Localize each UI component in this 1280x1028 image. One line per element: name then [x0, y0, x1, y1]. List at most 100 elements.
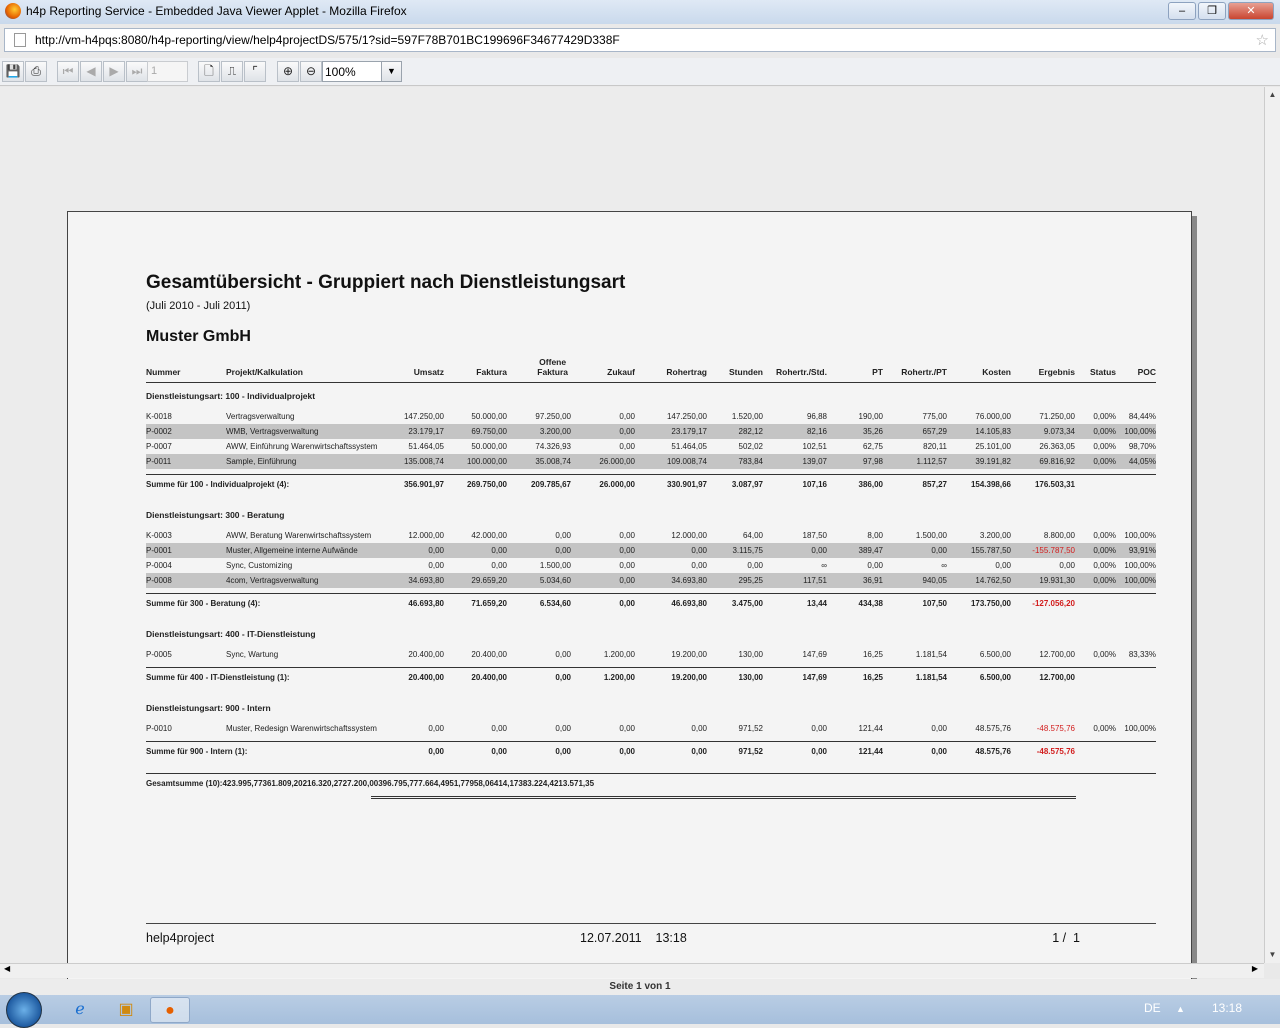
project-name: WMB, Vertragsverwaltung [226, 427, 319, 436]
sum-value: 154.398,66 [970, 480, 1011, 489]
project-name: AWW, Einführung Warenwirtschaftssystem [226, 442, 378, 451]
sum-value: 46.693,80 [408, 599, 444, 608]
start-button[interactable] [6, 992, 42, 1028]
actual-size-icon[interactable]: 🗋 [198, 61, 220, 82]
table-row: K-0018 Vertragsverwaltung 147.250,00 50.000… [146, 409, 1156, 424]
column-header: POC [1137, 367, 1156, 377]
table-row: P-0001 Muster, Allgemeine interne Aufwänd… [146, 543, 1156, 558]
cell-value: 96,88 [806, 412, 827, 421]
column-header: Rohertrag [666, 367, 707, 377]
cell-value: 0,00% [1093, 724, 1116, 733]
sum-label: Summe für 100 - Individualprojekt (4): [146, 480, 290, 489]
sum-value: 3.087,97 [731, 480, 763, 489]
cell-value: 100,00% [1124, 531, 1156, 540]
first-page-button[interactable]: ⏮ [57, 61, 79, 82]
sum-value: 0,00 [811, 747, 827, 756]
column-header: Kosten [982, 367, 1011, 377]
cell-value: 0,00 [619, 724, 635, 733]
next-page-button[interactable]: ▶ [103, 61, 125, 82]
total-value: 423.995,77 [222, 779, 263, 788]
sum-value: 356.901,97 [403, 480, 444, 489]
group-sum-row: Summe für 400 - IT-Dienstleistung (1): 20… [146, 667, 1156, 689]
sum-value: 20.400,00 [408, 673, 444, 682]
language-indicator[interactable]: DE [1144, 1001, 1161, 1015]
total-value: 396.795,77 [378, 779, 419, 788]
cell-value: 940,05 [922, 576, 947, 585]
cell-value: 76.000,00 [975, 412, 1011, 421]
cell-value: 109.008,74 [666, 457, 707, 466]
sum-value: 16,25 [862, 673, 883, 682]
fit-width-icon[interactable]: ⎍ [221, 61, 243, 82]
page-number-input[interactable]: 1 [147, 61, 188, 82]
firefox-taskbar-icon[interactable]: ● [150, 997, 190, 1023]
cell-value: 117,51 [803, 576, 827, 585]
cell-value: 139,07 [802, 457, 827, 466]
cell-value: 0,00 [811, 546, 827, 555]
bookmark-star-icon[interactable]: ☆ [1256, 31, 1269, 49]
sum-value: 0,00 [555, 673, 571, 682]
sum-value: 46.693,80 [671, 599, 707, 608]
cell-value: 23.179,17 [671, 427, 707, 436]
address-bar[interactable]: http://vm-h4pqs:8080/h4p-reporting/view/… [4, 28, 1276, 52]
footer-date: 12.07.2011 13:18 [580, 931, 687, 945]
clock[interactable]: 13:18 [1212, 1001, 1242, 1015]
cell-value: 8.800,00 [1043, 531, 1075, 540]
cell-value: 0,00 [491, 546, 507, 555]
cell-value: 147,69 [802, 650, 827, 659]
cell-value: 0,00% [1093, 576, 1116, 585]
cell-value: 1.112,57 [916, 457, 947, 466]
prev-page-button[interactable]: ◀ [80, 61, 102, 82]
sum-value: 176.503,31 [1034, 480, 1075, 489]
cell-value: 121,44 [858, 724, 883, 733]
viewer-toolbar: 💾 ⎙ ⏮ ◀ ▶ ⏭ 1 🗋 ⎍ ⌜ ⊕ ⊖ 100% ▼ [0, 58, 1280, 86]
zoom-in-icon[interactable]: ⊕ [277, 61, 299, 82]
cell-value: 0,00 [867, 561, 883, 570]
cell-value: 0,00 [691, 724, 707, 733]
window-titlebar: h4p Reporting Service - Embedded Java Vi… [0, 0, 1280, 24]
ie-icon[interactable]: ℯ [60, 997, 100, 1023]
maximize-button[interactable]: ❐ [1198, 2, 1226, 20]
table-row: P-0008 4com, Vertragsverwaltung 34.693,80 2… [146, 573, 1156, 588]
cell-value: 6.500,00 [979, 650, 1011, 659]
project-name: Vertragsverwaltung [226, 412, 295, 421]
cell-value: 0,00 [1059, 561, 1075, 570]
report-page: Gesamtübersicht - Gruppiert nach Dienstl… [67, 211, 1192, 1006]
tray-expand-icon[interactable]: ▲ [1176, 1004, 1185, 1014]
print-icon[interactable]: ⎙ [25, 61, 47, 82]
save-icon[interactable]: 💾 [2, 61, 24, 82]
group-header: Dienstleistungsart: 900 - Intern [146, 703, 271, 713]
cell-value: 0,00% [1093, 412, 1116, 421]
zoom-out-icon[interactable]: ⊖ [300, 61, 322, 82]
sum-value: 0,00 [555, 747, 571, 756]
cell-value: 0,00 [619, 442, 635, 451]
cell-value: 26.363,05 [1039, 442, 1075, 451]
window-title: h4p Reporting Service - Embedded Java Vi… [26, 4, 407, 18]
vertical-scrollbar[interactable]: ▲ ▼ [1264, 87, 1280, 963]
sum-value: 12.700,00 [1039, 673, 1075, 682]
project-number: P-0010 [146, 724, 172, 733]
cell-value: 100,00% [1124, 561, 1156, 570]
close-button[interactable]: ✕ [1228, 2, 1274, 20]
zoom-select[interactable]: 100% ▼ [322, 61, 402, 82]
cell-value: 190,00 [858, 412, 883, 421]
fit-page-icon[interactable]: ⌜ [244, 61, 266, 82]
cell-value: 97,98 [862, 457, 883, 466]
cell-value: 0,00% [1093, 442, 1116, 451]
sum-value: 269.750,00 [466, 480, 507, 489]
last-page-button[interactable]: ⏭ [126, 61, 148, 82]
sum-value: 209.785,67 [530, 480, 571, 489]
firefox-icon [5, 3, 21, 19]
cell-value: 0,00 [428, 561, 444, 570]
cell-value: 20.400,00 [408, 650, 444, 659]
horizontal-scrollbar[interactable]: ◀ ▶ [0, 963, 1264, 978]
cell-value: 0,00 [555, 724, 571, 733]
cell-value: 98,70% [1128, 442, 1156, 451]
project-number: P-0007 [146, 442, 172, 451]
chevron-down-icon[interactable]: ▼ [381, 62, 401, 81]
minimize-button[interactable]: – [1168, 2, 1196, 20]
cell-value: 0,00 [931, 724, 947, 733]
cell-value: 74.326,93 [535, 442, 571, 451]
sum-value: 434,38 [858, 599, 883, 608]
column-header: Zukauf [607, 367, 635, 377]
media-player-icon[interactable]: ▣ [106, 997, 146, 1023]
